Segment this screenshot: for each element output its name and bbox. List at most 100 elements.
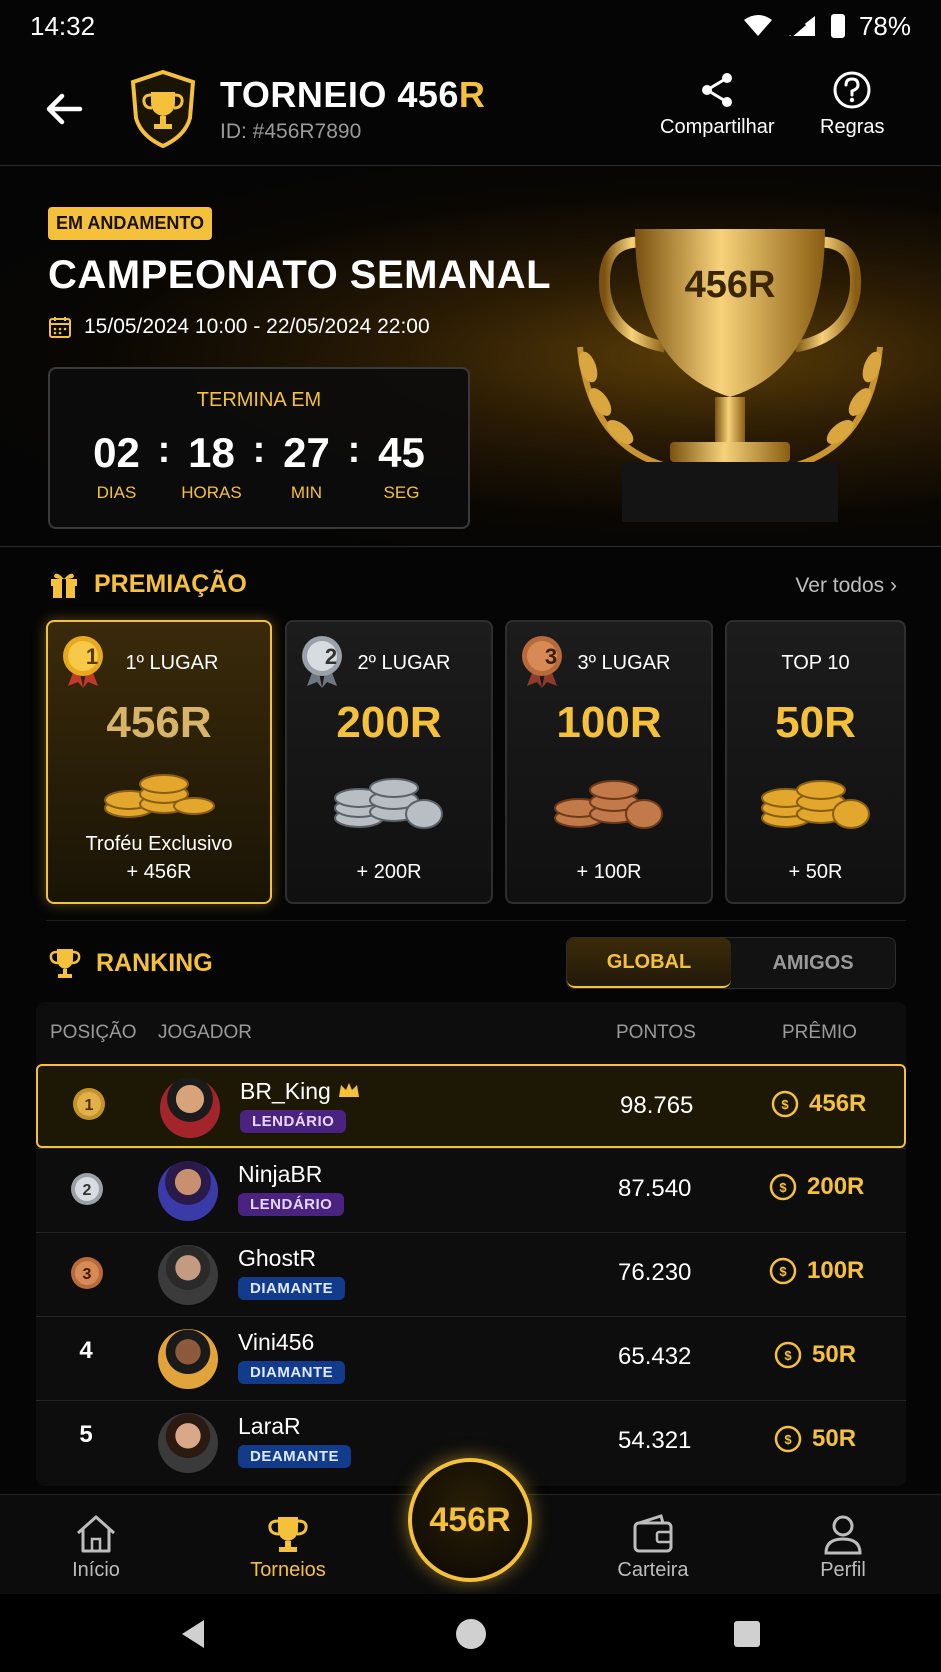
system-recents-icon[interactable]	[733, 1620, 761, 1648]
prize-amount: 456R	[106, 698, 212, 747]
svg-text:$: $	[781, 1097, 789, 1112]
ranking-toggle: GLOBAL AMIGOS	[566, 937, 896, 989]
col-points: PONTOS	[616, 1022, 696, 1043]
player-position: 4	[79, 1337, 93, 1364]
table-row[interactable]: 2 NinjaBR LENDÁRIO 87.540 $200R	[36, 1148, 906, 1232]
coin-icon: $	[774, 1341, 802, 1369]
player-name: NinjaBR	[238, 1161, 323, 1187]
table-row[interactable]: 4 Vini456 DIAMANTE 65.432 $50R	[36, 1316, 906, 1400]
place-label: 1º LUGAR	[125, 652, 219, 674]
trophy-label: 456R	[685, 264, 776, 306]
silver-coins-icon	[334, 778, 443, 829]
prize-place: 3º LUGAR	[507, 652, 711, 675]
coin-icon: $	[774, 1425, 802, 1453]
svg-text:$: $	[779, 1180, 787, 1195]
player-position: 5	[79, 1421, 93, 1448]
prize-card-third[interactable]: 3 3º LUGAR 100R + 100R	[505, 620, 713, 904]
share-button[interactable]: Compartilhar	[660, 70, 774, 139]
prize-value: 100R	[807, 1257, 865, 1284]
prize-amount: 50R	[775, 698, 856, 747]
player-prize: $200R	[769, 1173, 864, 1201]
see-all-link[interactable]: Ver todos ›	[795, 574, 897, 598]
back-arrow-icon[interactable]	[40, 84, 90, 134]
chevron-right-icon: ›	[890, 574, 897, 597]
tab-global[interactable]: GLOBAL	[567, 938, 731, 988]
countdown-hours: 18 HORAS	[176, 429, 248, 503]
place-label: TOP 10	[781, 652, 850, 674]
table-row[interactable]: 1 BR_King LENDÁRIO 98.765 $456R	[36, 1064, 906, 1148]
prize-value: 50R	[812, 1425, 857, 1452]
medal-number: 2	[83, 1182, 92, 1199]
player-points: 54.321	[618, 1427, 692, 1454]
dates-text: 15/05/2024 10:00 - 22/05/2024 22:00	[84, 315, 430, 338]
avatar	[160, 1078, 220, 1138]
player-name: GhostR	[238, 1245, 316, 1271]
prize-card-first[interactable]: 1º LUGAR 1 456R Troféu Exclusivo + 456R	[46, 620, 272, 904]
trophy-icon	[49, 949, 81, 978]
tier-badge: LENDÁRIO	[238, 1193, 345, 1216]
player-name: BR_King	[240, 1078, 361, 1105]
avatar	[158, 1413, 218, 1473]
system-home-icon[interactable]	[455, 1618, 487, 1650]
home-icon	[77, 1515, 115, 1553]
prize-place: TOP 10	[727, 652, 904, 675]
place-label: 3º LUGAR	[577, 652, 671, 674]
minutes-label: MIN	[290, 483, 323, 502]
prize-amount: 100R	[556, 698, 662, 747]
trophy-icon	[268, 1517, 308, 1552]
svg-text:$: $	[784, 1348, 792, 1363]
calendar-icon	[49, 317, 71, 338]
medal-number: 1	[85, 644, 99, 669]
svg-text:$: $	[784, 1432, 792, 1447]
prize-card-top10[interactable]: TOP 10 50R + 50R	[725, 620, 906, 904]
gold-coins-icon	[760, 780, 870, 829]
table-row[interactable]: 3 GhostR DIAMANTE 76.230 $100R	[36, 1232, 906, 1316]
system-back-icon[interactable]	[178, 1618, 208, 1650]
player-name: Vini456	[238, 1329, 315, 1355]
rules-button[interactable]: Regras	[820, 70, 884, 139]
share-icon	[702, 73, 733, 107]
days-value: 02	[93, 429, 140, 476]
prize-card-second[interactable]: 2 2º LUGAR 200R + 200R	[285, 620, 493, 904]
player-prize: $50R	[774, 1341, 856, 1369]
countdown-days: 02 DIAS	[81, 429, 153, 503]
prize-sub: Troféu Exclusivo + 456R	[48, 830, 270, 886]
coin-icon: $	[769, 1173, 797, 1201]
countdown-separator: :	[157, 429, 171, 471]
nav-profile-label: Perfil	[820, 1559, 866, 1581]
nav-home[interactable]: Início	[36, 1513, 156, 1582]
silver-medal-icon: 2	[71, 1173, 103, 1205]
nav-profile[interactable]: Perfil	[783, 1513, 903, 1582]
tier-badge: DEAMANTE	[238, 1445, 351, 1468]
player-points: 98.765	[620, 1092, 694, 1119]
center-logo-button[interactable]: 456R	[408, 1458, 532, 1582]
countdown-seconds: 45 SEG	[366, 429, 438, 503]
signal-icon	[788, 16, 815, 38]
player-name: LaraR	[238, 1413, 301, 1439]
tournament-dates: 15/05/2024 10:00 - 22/05/2024 22:00	[48, 315, 430, 339]
coin-icon: $	[771, 1090, 799, 1118]
countdown-separator: :	[347, 429, 361, 471]
countdown-row: 02 DIAS : 18 HORAS : 27 MIN : 45 SEG	[50, 429, 468, 503]
days-label: DIAS	[96, 483, 137, 502]
col-player: JOGADOR	[158, 1022, 252, 1043]
prize-value: 456R	[809, 1090, 867, 1117]
player-points: 65.432	[618, 1343, 692, 1370]
prize-sub: + 50R	[788, 861, 843, 883]
status-bar: 14:32 78%	[0, 0, 941, 52]
nav-wallet[interactable]: Carteira	[593, 1513, 713, 1582]
prize-amount: 200R	[336, 698, 442, 747]
bronze-medal-icon: 3	[71, 1257, 103, 1289]
avatar	[158, 1161, 218, 1221]
player-points: 76.230	[618, 1259, 692, 1286]
prize-sub: + 100R	[576, 861, 642, 883]
divider	[46, 920, 906, 921]
nav-tournaments[interactable]: Torneios	[228, 1513, 348, 1582]
tab-friends[interactable]: AMIGOS	[731, 938, 895, 988]
crown-icon	[339, 1083, 360, 1097]
ranking-title: RANKING	[96, 948, 213, 977]
player-prize: $50R	[774, 1425, 856, 1453]
avatar	[158, 1329, 218, 1389]
avatar	[158, 1245, 218, 1305]
wifi-icon	[743, 15, 772, 36]
